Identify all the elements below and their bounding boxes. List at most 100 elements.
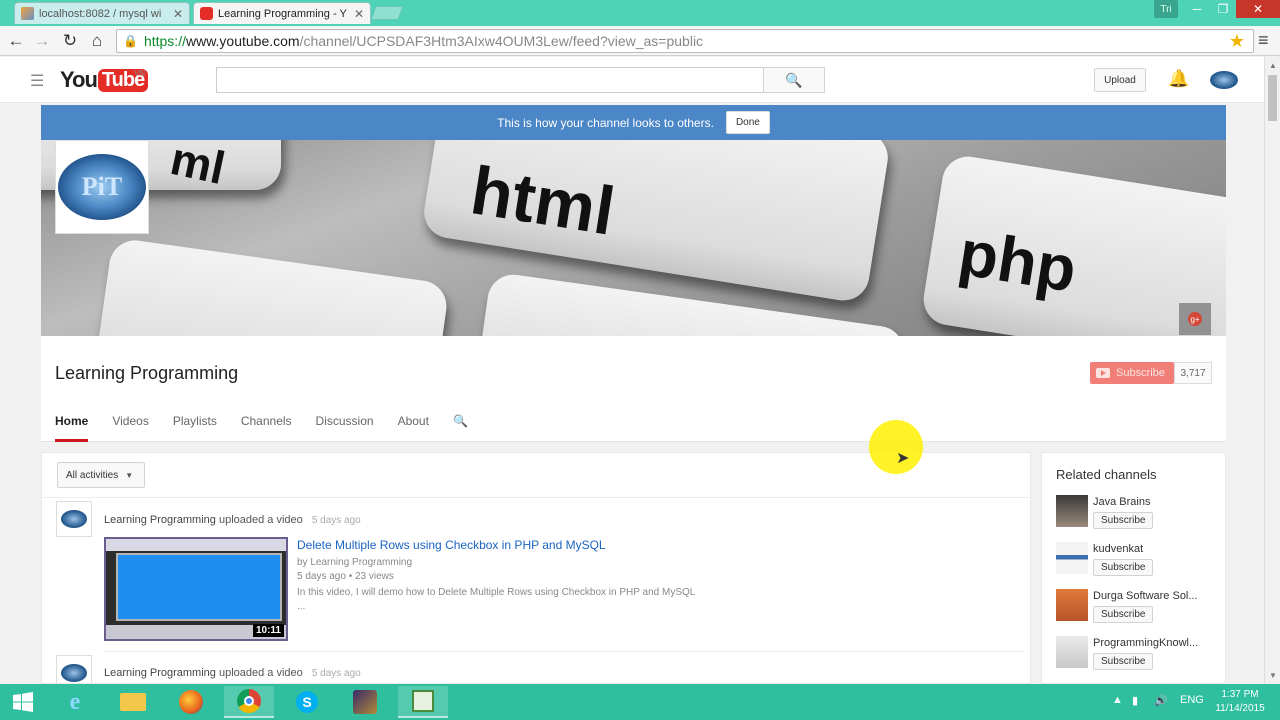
search-input[interactable] xyxy=(216,67,764,93)
internet-explorer-icon[interactable]: e xyxy=(50,686,100,718)
search-button[interactable]: 🔍 xyxy=(763,67,825,93)
feed-item-header: Learning Programming uploaded a video 5 … xyxy=(104,514,361,526)
phpmyadmin-favicon-icon xyxy=(21,7,34,20)
bookmark-star-icon[interactable]: ★ xyxy=(1229,31,1245,52)
forward-arrow-icon[interactable]: → xyxy=(31,30,53,52)
public-view-notice: This is how your channel looks to others… xyxy=(41,105,1226,140)
related-subscribe-button[interactable]: Subscribe xyxy=(1093,559,1154,576)
related-channel-item: kudvenkat Subscribe xyxy=(1056,542,1226,582)
upload-button[interactable]: Upload xyxy=(1094,68,1146,92)
notifications-bell-icon[interactable]: 🔔 xyxy=(1168,69,1189,89)
tab-about[interactable]: About xyxy=(398,414,429,442)
feed-item-action: uploaded a video xyxy=(218,667,303,679)
recorder-app-icon[interactable] xyxy=(398,686,448,718)
input-language[interactable]: ENG xyxy=(1180,694,1204,706)
scroll-up-icon[interactable]: ▲ xyxy=(1269,61,1277,70)
related-channel-item: Java Brains Subscribe xyxy=(1056,495,1226,535)
channel-search-icon[interactable]: 🔍 xyxy=(453,414,468,442)
youtube-masthead: ☰ You Tube VN 🔍 Upload 🔔 xyxy=(0,57,1264,103)
related-channels-panel: Related channels Java Brains Subscribe k… xyxy=(1041,452,1226,684)
related-channel-name[interactable]: ProgrammingKnowl... xyxy=(1093,637,1217,649)
region-label: VN xyxy=(134,69,146,78)
chrome-user-badge[interactable]: Tri xyxy=(1154,0,1178,18)
restore-icon[interactable]: ❐ xyxy=(1210,0,1236,18)
close-window-icon[interactable]: ✕ xyxy=(1236,0,1280,18)
browser-toolbar: ← → ↻ ⌂ 🔒 https://www.youtube.com/channe… xyxy=(0,26,1280,56)
divider xyxy=(104,651,1024,652)
scroll-thumb[interactable] xyxy=(1268,75,1277,121)
related-subscribe-button[interactable]: Subscribe xyxy=(1093,653,1154,670)
related-channel-avatar[interactable] xyxy=(1056,636,1088,668)
system-clock[interactable]: 1:37 PM 11/14/2015 xyxy=(1210,688,1270,716)
channel-header: Learning Programming Subscribe 3,717 Hom… xyxy=(41,336,1226,442)
subscribe-button[interactable]: Subscribe xyxy=(1090,362,1174,384)
youtube-play-icon xyxy=(1096,368,1110,378)
tab-close-icon[interactable]: ✕ xyxy=(354,7,364,21)
feed-item-author[interactable]: Learning Programming xyxy=(104,667,216,679)
related-channel-name[interactable]: Java Brains xyxy=(1093,496,1217,508)
lock-icon: 🔒 xyxy=(123,34,138,48)
tab-close-icon[interactable]: ✕ xyxy=(173,7,183,21)
thumbnail-window-bar xyxy=(106,539,286,551)
chrome-icon[interactable] xyxy=(224,686,274,718)
account-avatar[interactable] xyxy=(1210,71,1238,89)
feed-item-action: uploaded a video xyxy=(218,514,303,526)
feed-item-avatar[interactable] xyxy=(56,655,92,683)
tab-channels[interactable]: Channels xyxy=(241,414,292,442)
tray-expand-icon[interactable]: ▲ xyxy=(1112,694,1123,706)
tab-videos[interactable]: Videos xyxy=(112,414,148,442)
video-stats: 5 days ago • 23 views xyxy=(297,571,394,582)
channel-tabs: Home Videos Playlists Channels Discussio… xyxy=(55,414,468,442)
address-bar[interactable]: 🔒 https://www.youtube.com/channel/UCPSDA… xyxy=(116,29,1254,53)
related-subscribe-button[interactable]: Subscribe xyxy=(1093,606,1154,623)
channel-avatar[interactable]: PiT xyxy=(55,140,149,234)
related-channel-name[interactable]: kudvenkat xyxy=(1093,543,1217,555)
tab-home[interactable]: Home xyxy=(55,414,89,442)
search-icon: 🔍 xyxy=(785,71,803,88)
game-app-icon[interactable] xyxy=(340,686,390,718)
related-channel-name[interactable]: Durga Software Sol... xyxy=(1093,590,1217,602)
related-channel-item: ProgrammingKnowl... Subscribe xyxy=(1056,636,1226,676)
related-channel-avatar[interactable] xyxy=(1056,589,1088,621)
volume-icon[interactable]: 🔊 xyxy=(1154,694,1168,707)
reload-icon[interactable]: ↻ xyxy=(59,30,81,52)
related-channel-avatar[interactable] xyxy=(1056,542,1088,574)
related-channel-avatar[interactable] xyxy=(1056,495,1088,527)
video-description-more[interactable]: ... xyxy=(297,601,305,612)
tab-discussion[interactable]: Discussion xyxy=(316,414,374,442)
scroll-down-icon[interactable]: ▼ xyxy=(1269,671,1277,680)
guide-menu-icon[interactable]: ☰ xyxy=(30,71,44,91)
file-explorer-icon[interactable] xyxy=(108,686,158,718)
skype-icon[interactable]: S xyxy=(282,686,332,718)
channel-logo-icon xyxy=(61,510,87,528)
chrome-menu-icon[interactable]: ≡ xyxy=(1258,30,1269,51)
browser-tab-youtube[interactable]: Learning Programming - Y ✕ xyxy=(193,2,371,24)
video-description: In this video, I will demo how to Delete… xyxy=(297,587,696,598)
page-scrollbar[interactable]: ▲ ▼ xyxy=(1264,57,1280,684)
feed-item-author[interactable]: Learning Programming xyxy=(104,514,216,526)
back-arrow-icon[interactable]: ← xyxy=(5,30,27,52)
google-plus-link[interactable]: g+ xyxy=(1179,303,1211,335)
chevron-down-icon: ▼ xyxy=(125,470,134,480)
new-tab-button[interactable] xyxy=(370,6,404,20)
clock-date: 11/14/2015 xyxy=(1215,703,1265,714)
youtube-favicon-icon xyxy=(200,7,213,20)
network-icon[interactable]: ▮ xyxy=(1132,694,1138,707)
tab-playlists[interactable]: Playlists xyxy=(173,414,217,442)
clock-time: 1:37 PM xyxy=(1221,689,1259,700)
channel-logo-cloud: PiT xyxy=(58,154,146,220)
done-button[interactable]: Done xyxy=(725,111,770,134)
home-icon[interactable]: ⌂ xyxy=(86,30,108,52)
windows-start-icon[interactable] xyxy=(0,686,46,718)
video-title-link[interactable]: Delete Multiple Rows using Checkbox in P… xyxy=(297,538,606,552)
video-byline[interactable]: by Learning Programming xyxy=(297,557,412,568)
feed-item-avatar[interactable] xyxy=(56,501,92,537)
browser-tab-strip: localhost:8082 / mysql wi ✕ Learning Pro… xyxy=(0,0,1280,26)
related-subscribe-button[interactable]: Subscribe xyxy=(1093,512,1154,529)
minimize-icon[interactable]: ─ xyxy=(1184,0,1210,18)
activity-filter-dropdown[interactable]: All activities ▼ xyxy=(57,462,145,488)
video-thumbnail[interactable]: 10:11 xyxy=(104,537,288,641)
browser-tab-phpmyadmin[interactable]: localhost:8082 / mysql wi ✕ xyxy=(14,2,190,24)
url-host: www.youtube.com xyxy=(185,33,300,49)
firefox-icon[interactable] xyxy=(166,686,216,718)
